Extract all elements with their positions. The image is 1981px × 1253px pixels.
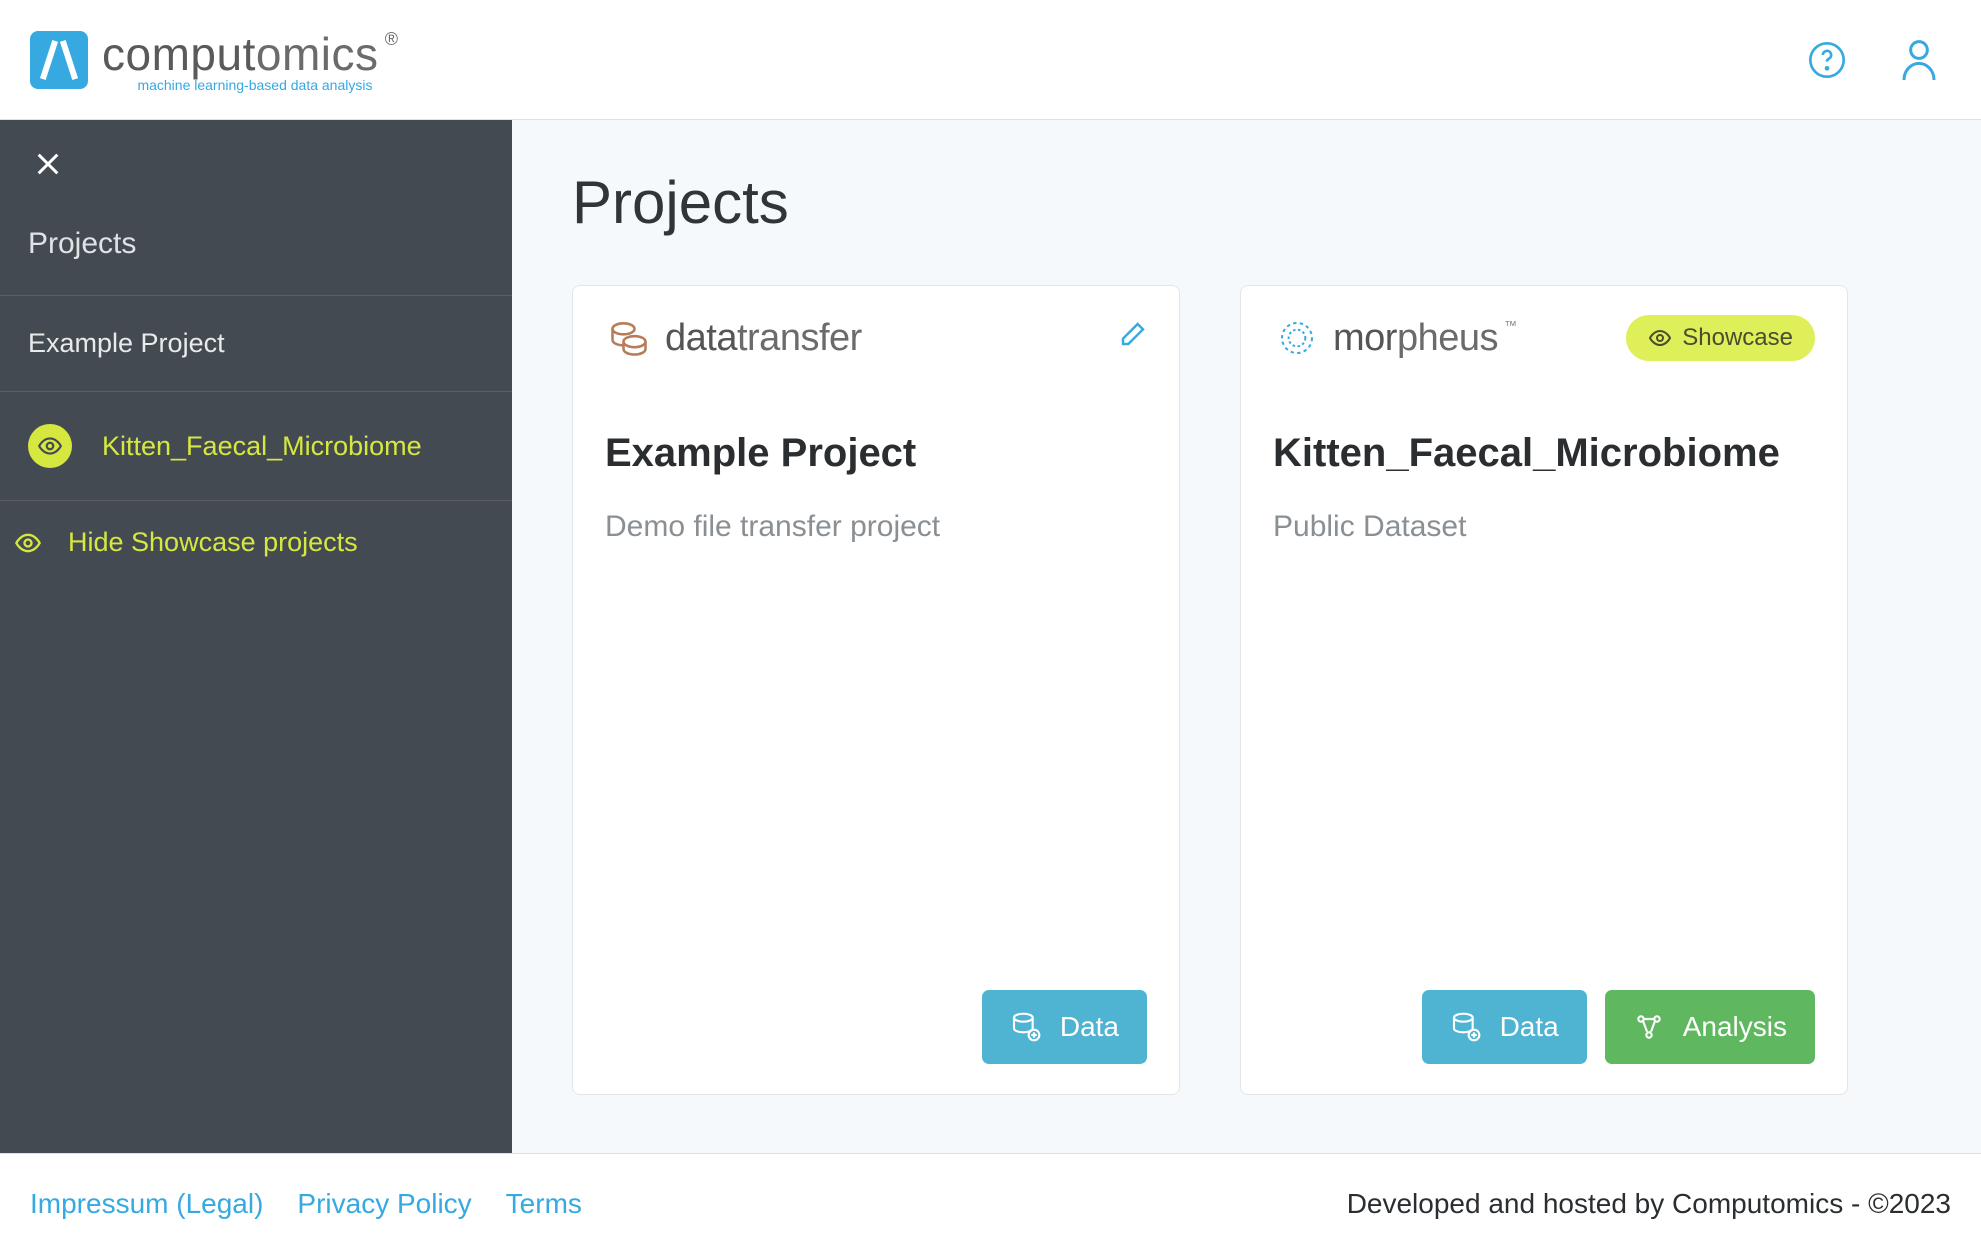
footer: Impressum (Legal) Privacy Policy Terms D… (0, 1153, 1981, 1253)
logo[interactable]: computomics ® machine learning-based dat… (30, 27, 378, 93)
card-description: Demo file transfer project (605, 510, 1147, 544)
database-icon (1010, 1011, 1042, 1043)
page-title: Projects (572, 168, 1941, 237)
app-header: computomics ® machine learning-based dat… (0, 0, 1981, 120)
footer-link-impressum[interactable]: Impressum (Legal) (30, 1188, 263, 1220)
sidebar-item-label: Example Project (28, 328, 225, 359)
sidebar: Projects Example Project Kitten_Faecal_M… (0, 120, 512, 1153)
edit-project-button[interactable] (1115, 320, 1147, 357)
pencil-icon (1115, 320, 1147, 352)
eye-icon (1648, 326, 1672, 350)
close-sidebar-button[interactable] (0, 120, 512, 201)
sidebar-item-label: Kitten_Faecal_Microbiome (102, 431, 422, 462)
sidebar-item-kitten[interactable]: Kitten_Faecal_Microbiome (0, 392, 512, 501)
analysis-button[interactable]: Analysis (1605, 990, 1815, 1064)
card-brand-morpheus: morpheus ™ (1273, 314, 1517, 362)
registered-icon: ® (385, 29, 399, 50)
trademark-icon: ™ (1504, 318, 1517, 333)
toggle-label: Hide Showcase projects (68, 527, 358, 558)
showcase-eye-icon (28, 424, 72, 468)
sidebar-item-example-project[interactable]: Example Project (0, 296, 512, 392)
datatransfer-icon (605, 314, 653, 362)
analysis-icon (1633, 1011, 1665, 1043)
main-content: Projects (512, 120, 1981, 1153)
footer-link-privacy[interactable]: Privacy Policy (297, 1188, 471, 1220)
help-icon (1807, 40, 1847, 80)
project-card-kitten: morpheus ™ Showcase Kitten_Faecal_Microb… (1240, 285, 1848, 1095)
project-cards: datatransfer Example Project Demo file t… (572, 285, 1941, 1095)
logo-tagline: machine learning-based data analysis (137, 77, 372, 93)
logo-text: computomics ® (102, 27, 378, 81)
data-button[interactable]: Data (1422, 990, 1587, 1064)
footer-link-terms[interactable]: Terms (506, 1188, 582, 1220)
card-brand-datatransfer: datatransfer (605, 314, 862, 362)
project-card-example: datatransfer Example Project Demo file t… (572, 285, 1180, 1095)
close-icon (34, 150, 62, 178)
showcase-badge: Showcase (1626, 315, 1815, 361)
database-icon (1450, 1011, 1482, 1043)
eye-icon (14, 529, 42, 557)
card-title: Example Project (605, 426, 1147, 480)
footer-copyright: Developed and hosted by Computomics - ©2… (1347, 1188, 1951, 1220)
sidebar-section-title: Projects (0, 201, 512, 296)
user-button[interactable] (1897, 38, 1941, 82)
morpheus-icon (1273, 314, 1321, 362)
dna-logo-icon (30, 31, 88, 89)
card-title: Kitten_Faecal_Microbiome (1273, 426, 1815, 480)
data-button[interactable]: Data (982, 990, 1147, 1064)
user-icon (1899, 37, 1939, 83)
card-description: Public Dataset (1273, 510, 1815, 544)
help-button[interactable] (1805, 38, 1849, 82)
hide-showcase-toggle[interactable]: Hide Showcase projects (0, 501, 512, 584)
